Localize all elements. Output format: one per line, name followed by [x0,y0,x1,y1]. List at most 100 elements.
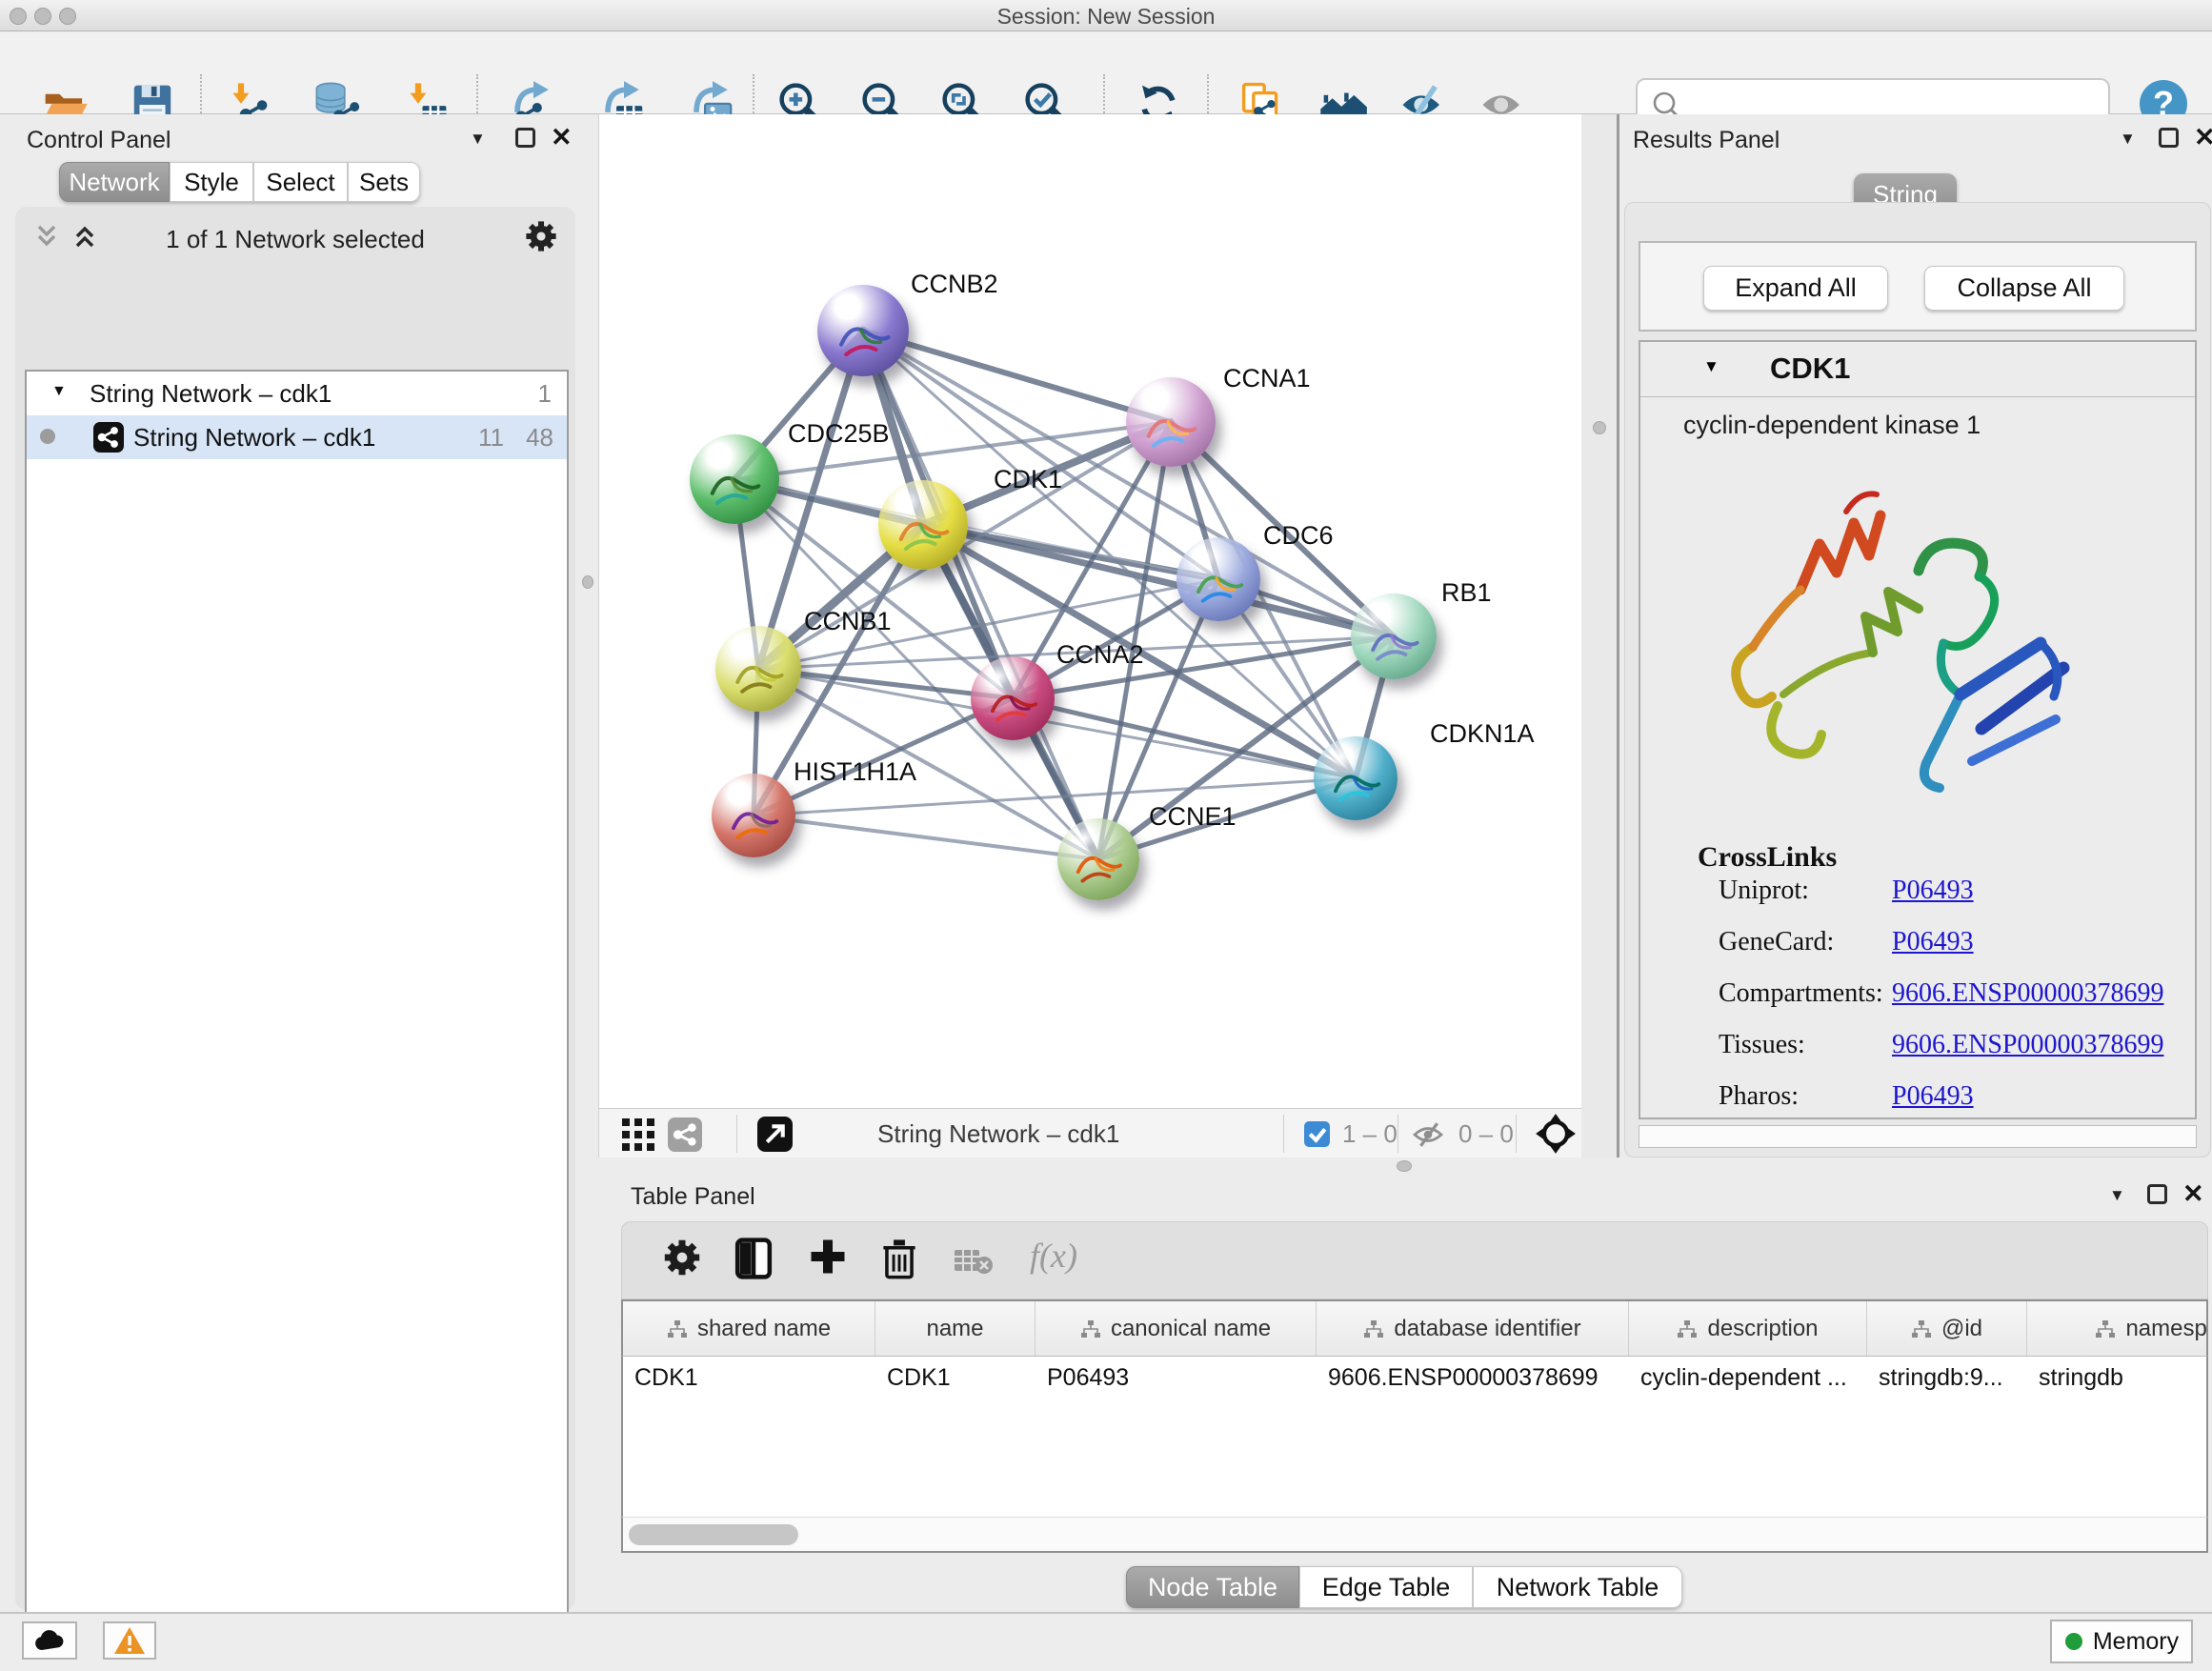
panel-menu-icon[interactable]: ▼ [2109,1186,2125,1205]
show-columns-icon[interactable] [734,1238,773,1279]
selected-checkbox-icon[interactable] [1304,1121,1330,1147]
network-row-selected[interactable]: String Network – cdk1 11 48 [27,415,567,459]
node-label-cdc6: CDC6 [1263,521,1334,551]
control-panel-title: Control Panel [27,127,171,154]
control-panel-tabs: NetworkStyleSelectSets [59,162,420,202]
node-label-ccnb2: CCNB2 [911,270,998,299]
table-cell[interactable]: P06493 [1047,1364,1313,1392]
tab-edge-table[interactable]: Edge Table [1299,1566,1473,1608]
expand-all-button[interactable]: Expand All [1703,266,1888,311]
splitter-handle[interactable] [1397,1160,1412,1172]
close-panel-icon[interactable]: ✕ [2194,128,2212,148]
collapse-all-button[interactable]: Collapse All [1924,266,2124,311]
warnings-button[interactable] [103,1621,156,1660]
window-title: Session: New Session [0,4,2212,30]
column-header-description[interactable]: description [1629,1301,1867,1357]
delete-table-icon[interactable] [954,1247,994,1276]
footer-separator [1516,1115,1517,1153]
node-label-ccna2: CCNA2 [1056,640,1144,670]
network-options-gear-icon[interactable] [524,219,558,253]
cloud-button[interactable] [22,1621,77,1660]
tree-expand-icon[interactable]: ▼ [51,383,67,400]
crosslink-row: Tissues:9606.ENSP00000378699 [1719,1030,2176,1060]
splitter-handle[interactable] [582,575,593,589]
table-cell[interactable]: cyclin-dependent ... [1640,1364,1863,1392]
table-cell[interactable]: 9606.ENSP00000378699 [1328,1364,1625,1392]
birdseye-crosshair-icon[interactable] [1535,1113,1577,1155]
vertical-splitter[interactable] [1581,114,1619,1158]
network-node-ccna1[interactable] [1126,377,1216,467]
splitter-handle[interactable] [1593,421,1606,434]
float-panel-icon[interactable] [2159,128,2179,148]
table-cell[interactable]: stringdb [2039,1364,2208,1392]
network-collection-row[interactable]: ▼ String Network – cdk1 1 [27,372,567,415]
tab-select[interactable]: Select [253,162,348,202]
node-count: 11 [478,423,504,453]
panel-menu-icon[interactable]: ▼ [2120,130,2136,149]
float-panel-icon[interactable] [2147,1184,2167,1204]
network-node-ccne1[interactable] [1057,818,1139,900]
tab-node-table[interactable]: Node Table [1126,1566,1299,1608]
network-node-cdc25b[interactable] [690,434,779,524]
panel-menu-icon[interactable]: ▼ [470,130,486,149]
delete-column-trash-icon[interactable] [881,1238,917,1279]
column-header-name[interactable]: name [875,1301,1036,1357]
tab-network[interactable]: Network [59,162,170,202]
table-panel: Table Panel ▼ ✕ [598,1174,2212,1612]
column-header-namespace[interactable]: namespace [2027,1301,2208,1357]
table-cell[interactable]: CDK1 [887,1364,1032,1392]
tab-sets[interactable]: Sets [348,162,420,202]
protein-ribbon-thumbnail [1324,755,1388,818]
memory-button[interactable]: Memory [2050,1620,2193,1663]
collapse-all-tree-icon[interactable] [30,225,63,250]
crosslink-link[interactable]: P06493 [1892,927,1974,956]
expand-all-tree-icon[interactable] [69,225,101,250]
network-node-ccna2[interactable] [971,656,1055,740]
column-header-canonical-name[interactable]: canonical name [1036,1301,1317,1357]
collapse-section-icon[interactable]: ▼ [1703,357,1719,376]
main-toolbar: ? [0,32,2212,114]
table-cell[interactable]: CDK1 [634,1364,872,1392]
protein-card-header[interactable]: ▼ CDK1 [1640,342,2195,397]
table-options-gear-icon[interactable] [662,1238,702,1278]
network-node-rb1[interactable] [1351,594,1437,679]
column-header--id[interactable]: @id [1867,1301,2027,1357]
crosslink-label: GeneCard: [1719,927,1892,957]
network-canvas[interactable]: CCNB2 CCNA1 CDC25B CDK1 CDC6 RB1 [598,114,1581,1108]
network-node-cdc6[interactable] [1176,537,1260,621]
table-row[interactable]: CDK1 CDK1 P06493 9606.ENSP00000378699 cyclin… [621,1357,2208,1400]
add-column-icon[interactable] [809,1238,847,1276]
function-builder-icon[interactable]: f(x) [1030,1236,1077,1276]
column-header-shared-name[interactable]: shared name [623,1301,875,1357]
results-panel-title: Results Panel [1633,127,1780,154]
network-node-ccnb1[interactable] [715,626,801,712]
close-panel-icon[interactable]: ✕ [551,128,573,148]
network-edges[interactable] [599,114,1582,1108]
crosslink-link[interactable]: 9606.ENSP00000378699 [1892,1030,2163,1059]
tab-network-table[interactable]: Network Table [1473,1566,1682,1608]
edge-count: 48 [526,423,553,453]
network-node-hist1h1a[interactable] [712,774,795,857]
node-label-hist1h1a: HIST1H1A [794,757,916,787]
detach-view-icon[interactable] [757,1117,793,1152]
results-scrollbar[interactable] [1639,1125,2197,1148]
column-header-database-identifier[interactable]: database identifier [1317,1301,1629,1357]
crosslink-link[interactable]: 9606.ENSP00000378699 [1892,978,2163,1008]
scrollbar-thumb[interactable] [629,1524,798,1545]
crosslink-link[interactable]: P06493 [1892,876,1974,905]
float-panel-icon[interactable] [515,128,535,148]
table-horizontal-scrollbar[interactable] [621,1517,2208,1553]
table-cell[interactable]: stringdb:9... [1879,1364,2023,1392]
current-network-dot-icon [40,429,55,444]
tab-style[interactable]: Style [170,162,253,202]
grid-view-icon[interactable] [622,1118,654,1151]
network-node-ccnb2[interactable] [817,285,909,376]
collection-name: String Network – cdk1 [90,379,332,409]
hidden-eye-icon[interactable] [1411,1121,1445,1148]
close-panel-icon[interactable]: ✕ [2182,1184,2204,1204]
network-node-cdk1[interactable] [878,480,968,570]
hidden-counts: 0 – 0 [1458,1119,1514,1149]
network-view-icon[interactable] [668,1117,702,1152]
crosslink-link[interactable]: P06493 [1892,1081,1974,1111]
network-node-cdkn1a[interactable] [1314,736,1398,820]
